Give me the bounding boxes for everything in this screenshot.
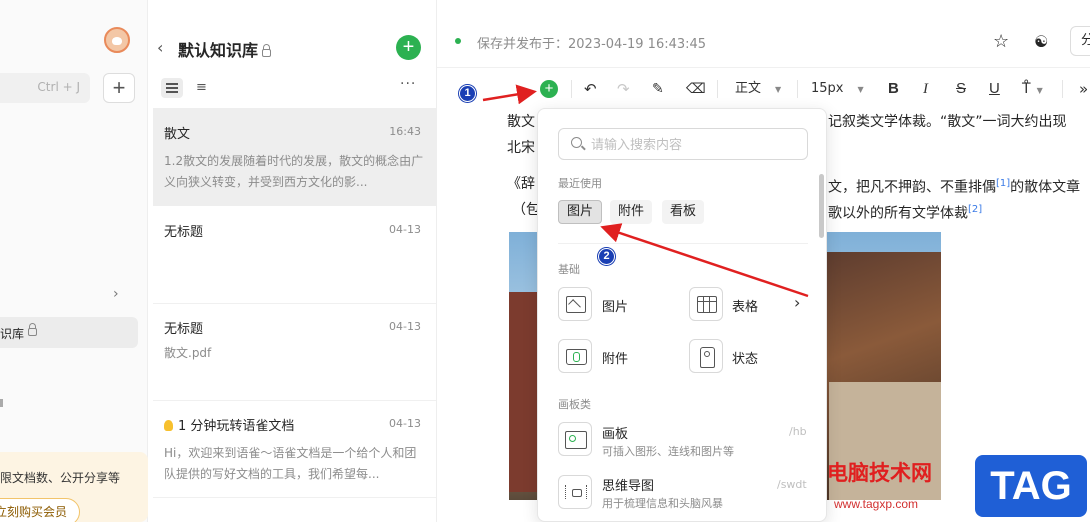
watermark-tag-logo: TAG <box>975 455 1087 517</box>
arrow-1 <box>482 84 537 105</box>
watermark-url: www.tagxp.com <box>834 497 919 511</box>
step-badge-2: 2 <box>598 248 615 265</box>
step-badge-1: 1 <box>459 85 476 102</box>
arrow-2 <box>600 223 809 298</box>
watermark-site-name: 电脑技术网 <box>827 461 932 485</box>
app-window: Ctrl + J + › 识库 限文档数、公开分享等 立刻购买会员 ‹ 默认知识… <box>0 0 1090 522</box>
annotation-arrows <box>482 84 809 298</box>
